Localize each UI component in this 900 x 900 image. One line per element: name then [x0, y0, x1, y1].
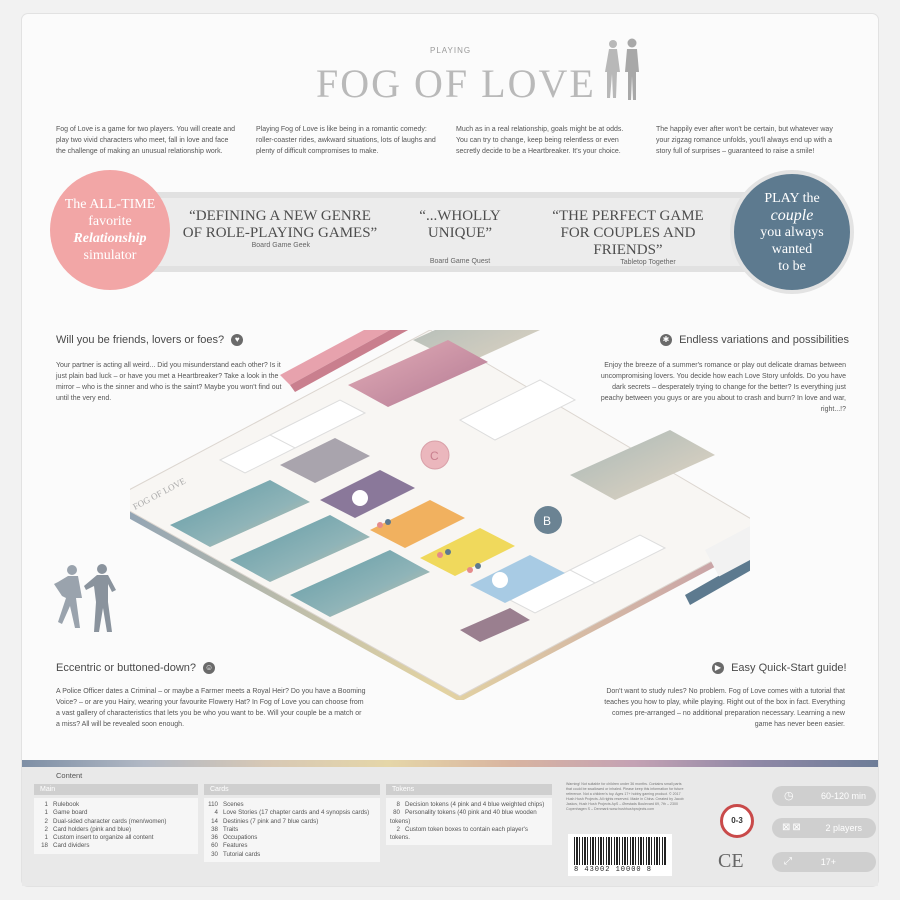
game-board-illustration: C B FOG OF LOVE: [130, 330, 750, 700]
content-tokens: Tokens 8 Decision tokens (4 pink and 4 bl…: [386, 784, 552, 846]
board-token-b: B: [543, 514, 551, 528]
list-item: 60 Features: [211, 842, 248, 850]
players-icon: ⊠⊠: [782, 822, 803, 833]
section-quickstart-text: Don't want to study rules? No problem. F…: [604, 688, 845, 728]
barcode-bars: [574, 837, 666, 865]
section-eccentric-text: A Police Officer dates a Criminal – or m…: [56, 688, 366, 728]
badge-line: Relationship: [73, 231, 147, 246]
spec-age: ⤢ 17+: [772, 852, 876, 872]
section-eccentric-title: Eccentric or buttoned-down? ☺: [56, 662, 216, 675]
age-warning-label: 0-3: [731, 816, 743, 825]
content-main: Main 1 Rulebook 1 Game board 2 Dual-sided c…: [34, 784, 198, 854]
list-item: 1 Custom insert to organize all content: [44, 834, 154, 842]
intro-paragraph-1: Fog of Love is a game for two players. Y…: [56, 126, 235, 155]
play-icon: ▶: [712, 662, 724, 675]
list-item: 1 Game board: [44, 809, 88, 817]
content-cards-header: Cards: [204, 784, 380, 795]
list-item: 2 Dual-sided character cards (men/women): [44, 817, 167, 825]
badge-line: couple: [770, 206, 814, 224]
quote-2: “...WHOLLY UNIQUE” Board Game Quest: [390, 208, 530, 265]
age-icon: ⤢: [784, 856, 792, 867]
couple-silhouette-icon: [605, 38, 639, 100]
section-quickstart-title: ▶ Easy Quick-Start guide!: [712, 662, 847, 675]
list-item: 80 Personality tokens (40 pink and 40 blu…: [390, 809, 537, 825]
spec-players: ⊠⊠ 2 players: [772, 818, 876, 838]
section-title-text: Eccentric or buttoned-down?: [56, 662, 197, 674]
content-main-header: Main: [34, 784, 198, 795]
badge-line: favorite: [88, 214, 132, 229]
spec-time: ◷ 60-120 min: [772, 786, 876, 806]
list-item: 2 Card holders (pink and blue): [44, 825, 132, 833]
age-warning-icon: 0-3: [720, 804, 754, 838]
badge-line: to be: [778, 258, 806, 274]
list-item: 4 Love Stories (17 chapter cards and 4 sy…: [214, 809, 370, 817]
list-item: 14 Destinies (7 pink and 7 blue cards): [211, 817, 319, 825]
list-item: 30 Tutorial cards: [211, 850, 261, 858]
badge-line: simulator: [83, 248, 137, 263]
intro-paragraph-4: The happily ever after won't be certain,…: [656, 126, 833, 155]
badge-play-the-couple: PLAY the couple you always wanted to be: [730, 170, 854, 294]
quote-source: Tabletop Together: [620, 259, 676, 266]
dancing-couple-icon: [54, 564, 116, 632]
list-item: 18 Card dividers: [41, 842, 90, 850]
clock-icon: ◷: [784, 790, 794, 802]
content-cards-list: 110 Scenes 4 Love Stories (17 chapter card…: [204, 798, 380, 863]
smiley-icon: ☺: [203, 662, 216, 675]
list-item: 38 Traits: [211, 825, 239, 833]
intro-paragraph-3: Much as in a real relationship, goals mi…: [456, 126, 624, 155]
quote-source: Board Game Quest: [429, 258, 491, 265]
quote-source: Board Game Geek: [251, 242, 310, 249]
badge-all-time-favorite: The ALL-TIME favorite Relationship simul…: [50, 170, 170, 290]
game-title: FOG OF LOVE: [316, 61, 596, 106]
quote-3: “THE PERFECT GAME FOR COUPLES AND FRIEND…: [538, 208, 718, 266]
rainbow-stripe: [22, 760, 878, 767]
quote-text: “...WHOLLY UNIQUE”: [419, 208, 501, 241]
content-tokens-header: Tokens: [386, 784, 552, 795]
quote-1: “DEFINING A NEW GENRE OF ROLE-PLAYING GA…: [180, 208, 380, 249]
barcode-number: 8 43002 10000 8: [574, 866, 653, 874]
list-item: 8 Decision tokens (4 pink and 4 blue weig…: [396, 801, 545, 808]
list-item: 36 Occupations: [211, 834, 258, 842]
content-tokens-list: 8 Decision tokens (4 pink and 4 blue weig…: [386, 798, 552, 846]
badge-line: wanted: [771, 241, 813, 257]
quote-text: “DEFINING A NEW GENRE OF ROLE-PLAYING GA…: [182, 208, 378, 241]
content-cards: Cards 110 Scenes 4 Love Stories (17 chapte…: [204, 784, 380, 863]
barcode: 8 43002 10000 8: [568, 834, 672, 876]
list-item: 2 Custom token boxes to contain each play…: [390, 825, 528, 842]
header-subtitle: PLAYING: [430, 46, 472, 55]
list-item: 110 Scenes: [208, 801, 244, 808]
section-title-text: Easy Quick-Start guide!: [731, 662, 847, 674]
quote-text: “THE PERFECT GAME FOR COUPLES AND FRIEND…: [552, 208, 704, 258]
badge-line: The ALL-TIME: [64, 197, 156, 212]
spec-time-label: 60-120 min: [820, 791, 866, 801]
intro-paragraph-2: Playing Fog of Love is like being in a r…: [256, 126, 436, 155]
badge-line: you always: [760, 224, 824, 240]
board-token-c: C: [430, 449, 439, 463]
badge-line: PLAY the: [764, 190, 820, 206]
content-heading: Content: [56, 771, 83, 780]
ce-mark: CE: [718, 850, 744, 872]
content-main-list: 1 Rulebook 1 Game board 2 Dual-sided charac…: [34, 798, 198, 854]
spec-players-label: 2 players: [825, 823, 862, 833]
spec-age-label: 17+: [820, 857, 836, 867]
legal-warning: Warning! Not suitable for children under…: [566, 782, 684, 811]
list-item: 1 Rulebook: [44, 801, 80, 808]
